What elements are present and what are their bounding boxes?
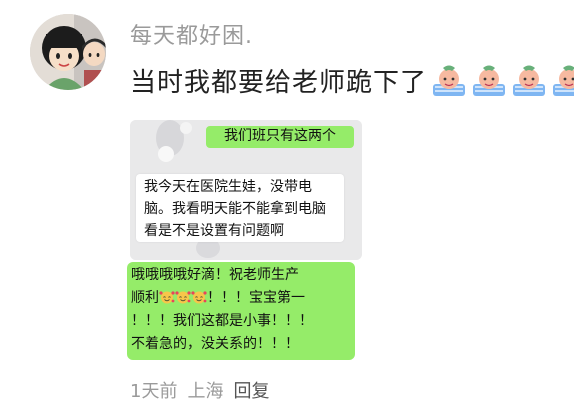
chat-screenshot-1[interactable]: 我们班只有这两个 我今天在医院生娃，没带电脑。我看明天能不能拿到电脑看是不是设置…	[130, 120, 362, 260]
sent-message-bubble: 我们班只有这两个	[206, 126, 354, 148]
pray-emoji-icon	[433, 65, 466, 96]
smiling-face-with-hearts-icon	[191, 291, 207, 304]
smiling-face-with-hearts-icon	[159, 291, 175, 304]
reply-line-1: 哦哦哦哦好滴！祝老师生产	[131, 267, 299, 283]
reply-button[interactable]: 回复	[233, 377, 269, 403]
comment-time: 1天前	[130, 381, 178, 402]
reply-line-3: ！！！我们这都是小事！！！	[131, 313, 313, 329]
comment-meta: 1天前 上海 回复	[130, 377, 269, 403]
avatar[interactable]	[30, 14, 106, 90]
comment-location: 上海	[187, 381, 224, 402]
reply-line-2: 顺利 ！！！宝宝第一	[131, 287, 351, 310]
reply-line-2-end: ！！！宝宝第一	[207, 290, 305, 306]
reply-line-2-start: 顺利	[131, 290, 159, 306]
reply-message-bubble: 哦哦哦哦好滴！祝老师生产 顺利 ！！！宝宝第一 ！！！我们这都是小事！！！ 不着急…	[127, 262, 355, 360]
reply-line-4: 不着急的，没关系的！！！	[131, 336, 299, 352]
received-message-bubble: 我今天在医院生娃，没带电脑。我看明天能不能拿到电脑看是不是设置有问题啊	[136, 174, 344, 242]
pray-emoji-icon	[513, 65, 546, 96]
chat-screenshot-2[interactable]: 哦哦哦哦好滴！祝老师生产 顺利 ！！！宝宝第一 ！！！我们这都是小事！！！ 不着急…	[127, 262, 355, 360]
smiling-face-with-hearts-icon-group	[159, 290, 207, 306]
received-message-text: 我今天在医院生娃，没带电脑。我看明天能不能拿到电脑看是不是设置有问题啊	[144, 179, 326, 239]
username[interactable]: 每天都好困.	[130, 18, 253, 50]
avatar-illustration	[30, 14, 106, 90]
sent-message-text: 我们班只有这两个	[224, 128, 336, 144]
comment-body: 当时我都要给老师跪下了	[130, 62, 574, 99]
pray-emoji-icon	[553, 65, 574, 96]
comment-text: 当时我都要给老师跪下了	[130, 68, 428, 98]
pray-emoji-icon	[473, 65, 506, 96]
smiling-face-with-hearts-icon	[175, 291, 191, 304]
pray-emoji-group	[427, 64, 574, 98]
